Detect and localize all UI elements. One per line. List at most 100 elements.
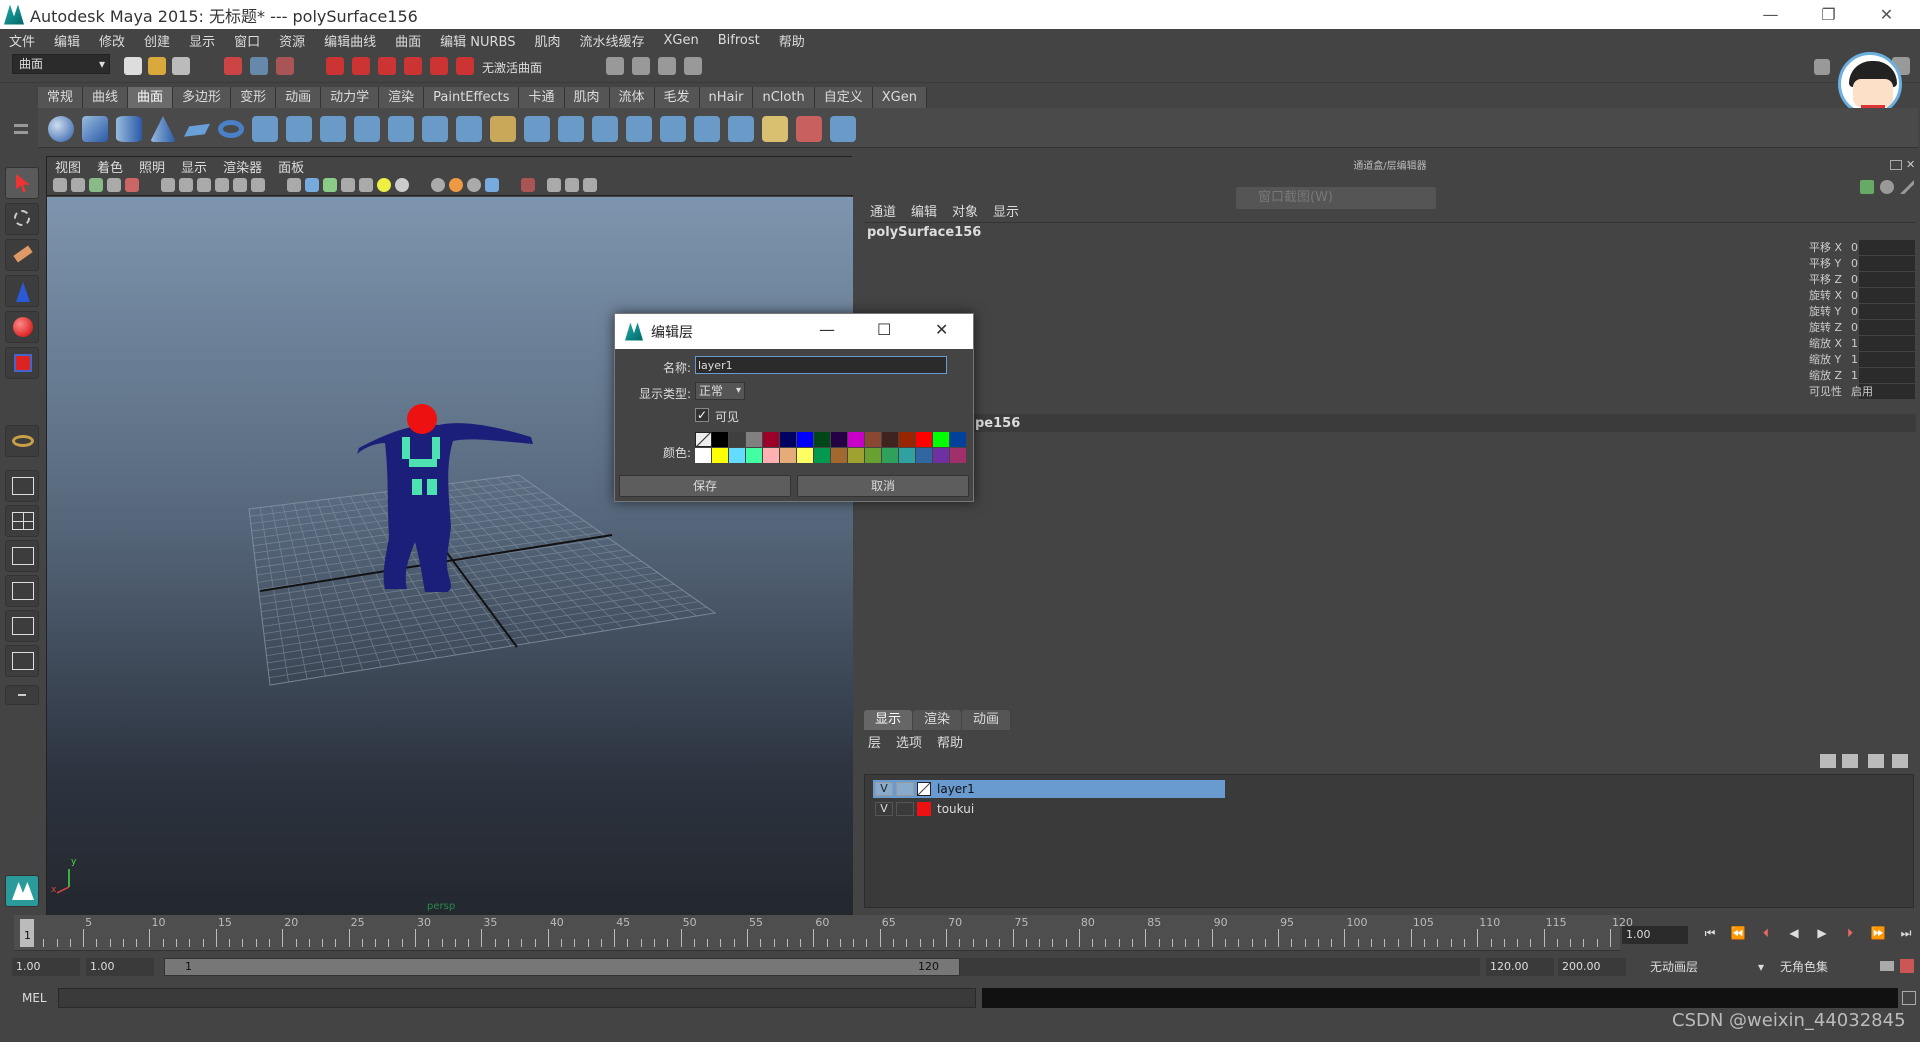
wireframe-icon[interactable]	[287, 178, 301, 192]
range-slider[interactable]: 1 120	[164, 958, 960, 976]
color-swatch[interactable]	[865, 448, 882, 463]
open-scene-icon[interactable]	[148, 57, 166, 75]
new-layer-from-selected-icon[interactable]	[1892, 754, 1908, 768]
render-layout-icon[interactable]	[5, 645, 39, 677]
shelf-tab-curves[interactable]: 曲线	[83, 87, 129, 108]
attribute-editor-icon[interactable]	[1880, 180, 1894, 194]
layer-visibility-toggle[interactable]: V	[875, 802, 893, 816]
hud-toggle-icon[interactable]	[547, 178, 561, 192]
color-swatch[interactable]	[763, 448, 780, 463]
attr-translate-x[interactable]: 平移 X0	[1809, 240, 1915, 256]
color-swatch[interactable]	[916, 432, 933, 447]
use-lights-icon[interactable]	[359, 178, 373, 192]
color-swatch[interactable]	[882, 448, 899, 463]
command-input[interactable]	[58, 988, 976, 1008]
color-swatch[interactable]	[797, 432, 814, 447]
shelf-tab-deformation[interactable]: 变形	[231, 87, 277, 108]
untrim-icon[interactable]	[626, 116, 652, 142]
make-live-icon[interactable]	[456, 57, 474, 75]
playback-end-field[interactable]: 120.00	[1486, 958, 1554, 976]
color-swatch[interactable]	[899, 432, 916, 447]
nurbs-cylinder-icon[interactable]	[116, 116, 142, 142]
snap-view-icon[interactable]	[404, 57, 422, 75]
move-layer-down-icon[interactable]	[1842, 754, 1858, 768]
snap-point-icon[interactable]	[378, 57, 396, 75]
nurbs-cube-icon[interactable]	[82, 116, 108, 142]
go-to-start-icon[interactable]: ⏮	[1696, 926, 1724, 944]
menu-help[interactable]: 帮助	[770, 31, 815, 50]
extrude-icon[interactable]	[354, 116, 380, 142]
menu-pipeline-cache[interactable]: 流水线缓存	[571, 31, 655, 50]
color-swatch[interactable]	[865, 432, 882, 447]
single-view-layout-icon[interactable]	[5, 470, 39, 502]
menu-create[interactable]: 创建	[135, 31, 180, 50]
shelf-tab-toon[interactable]: 卡通	[519, 87, 565, 108]
close-panel-icon[interactable]: ✕	[1906, 158, 1915, 171]
select-tool-icon[interactable]	[5, 167, 39, 199]
maximize-button[interactable]: ❐	[1800, 0, 1857, 29]
textured-icon[interactable]	[341, 178, 355, 192]
layer-color-swatch[interactable]	[917, 802, 931, 816]
color-swatch[interactable]	[899, 448, 916, 463]
step-forward-key-icon[interactable]: ⏵	[1836, 926, 1864, 944]
grid-toggle-icon[interactable]	[161, 178, 175, 192]
color-swatch[interactable]	[695, 448, 712, 463]
panel-layout-icon[interactable]	[583, 178, 597, 192]
graph-layout-icon[interactable]	[5, 575, 39, 607]
menu-edit[interactable]: 编辑	[45, 31, 90, 50]
trim-icon[interactable]	[592, 116, 618, 142]
dialog-maximize-button[interactable]: ☐	[877, 320, 891, 339]
snap-curve-icon[interactable]	[352, 57, 370, 75]
sculpt-icon[interactable]	[830, 116, 856, 142]
snap-grid-icon[interactable]	[326, 57, 344, 75]
render-frame-icon[interactable]	[632, 57, 650, 75]
move-tool-icon[interactable]	[5, 275, 39, 307]
color-swatch[interactable]	[712, 448, 729, 463]
outliner-layout-icon[interactable]	[5, 540, 39, 572]
menu-muscle[interactable]: 肌肉	[526, 31, 571, 50]
character-set-select[interactable]: 无角色集	[1770, 958, 1888, 976]
start-time-field[interactable]: 1.00	[12, 958, 80, 976]
new-empty-layer-icon[interactable]	[1868, 754, 1884, 768]
snap-live-icon[interactable]	[430, 57, 448, 75]
command-language-label[interactable]: MEL	[22, 991, 47, 1005]
cancel-button[interactable]: 取消	[797, 475, 969, 497]
camera-attrs-icon[interactable]	[71, 178, 85, 192]
gate-mask-icon[interactable]	[215, 178, 229, 192]
maya-logo-button[interactable]	[5, 875, 39, 907]
shelf-tab-surfaces[interactable]: 曲面	[128, 87, 174, 108]
color-swatch[interactable]	[831, 432, 848, 447]
color-swatch[interactable]	[831, 448, 848, 463]
color-swatch[interactable]	[746, 432, 763, 447]
safe-action-icon[interactable]	[251, 178, 265, 192]
color-swatch[interactable]	[848, 432, 865, 447]
viewport-menu-panels[interactable]: 面板	[270, 157, 312, 176]
square-icon[interactable]	[456, 116, 482, 142]
color-swatch[interactable]	[814, 448, 831, 463]
rotate-tool-icon[interactable]	[5, 311, 39, 343]
channel-menu-channels[interactable]: 通道	[864, 201, 905, 220]
key-icon[interactable]	[1880, 961, 1894, 971]
color-swatch[interactable]	[729, 432, 746, 447]
shelf-tab-painteffects[interactable]: PaintEffects	[424, 87, 520, 108]
layer-color-swatch[interactable]	[917, 782, 931, 796]
visible-checkbox[interactable]: ✓	[695, 408, 709, 422]
resolution-gate-icon[interactable]	[197, 178, 211, 192]
planar-icon[interactable]	[320, 116, 346, 142]
step-back-frame-icon[interactable]: ⏪	[1724, 926, 1752, 944]
render-view-icon[interactable]	[606, 57, 624, 75]
play-forwards-icon[interactable]: ▶	[1808, 926, 1836, 944]
viewport-menu-view[interactable]: 视图	[47, 157, 89, 176]
color-swatch[interactable]	[780, 432, 797, 447]
depth-of-field-icon[interactable]	[467, 178, 481, 192]
viewport-scene[interactable]: y x persp	[47, 197, 853, 916]
select-object-icon[interactable]	[250, 57, 268, 75]
layer-visibility-toggle[interactable]: V	[875, 782, 893, 796]
color-swatch[interactable]	[882, 432, 899, 447]
viewport-menu-shading[interactable]: 着色	[89, 157, 131, 176]
minimize-button[interactable]: —	[1742, 0, 1799, 29]
layer-row-toukui[interactable]: V toukui	[873, 800, 1225, 818]
shelf-tab-dynamics[interactable]: 动力学	[321, 87, 380, 108]
step-forward-frame-icon[interactable]: ⏩	[1864, 926, 1892, 944]
loft-icon[interactable]	[286, 116, 312, 142]
